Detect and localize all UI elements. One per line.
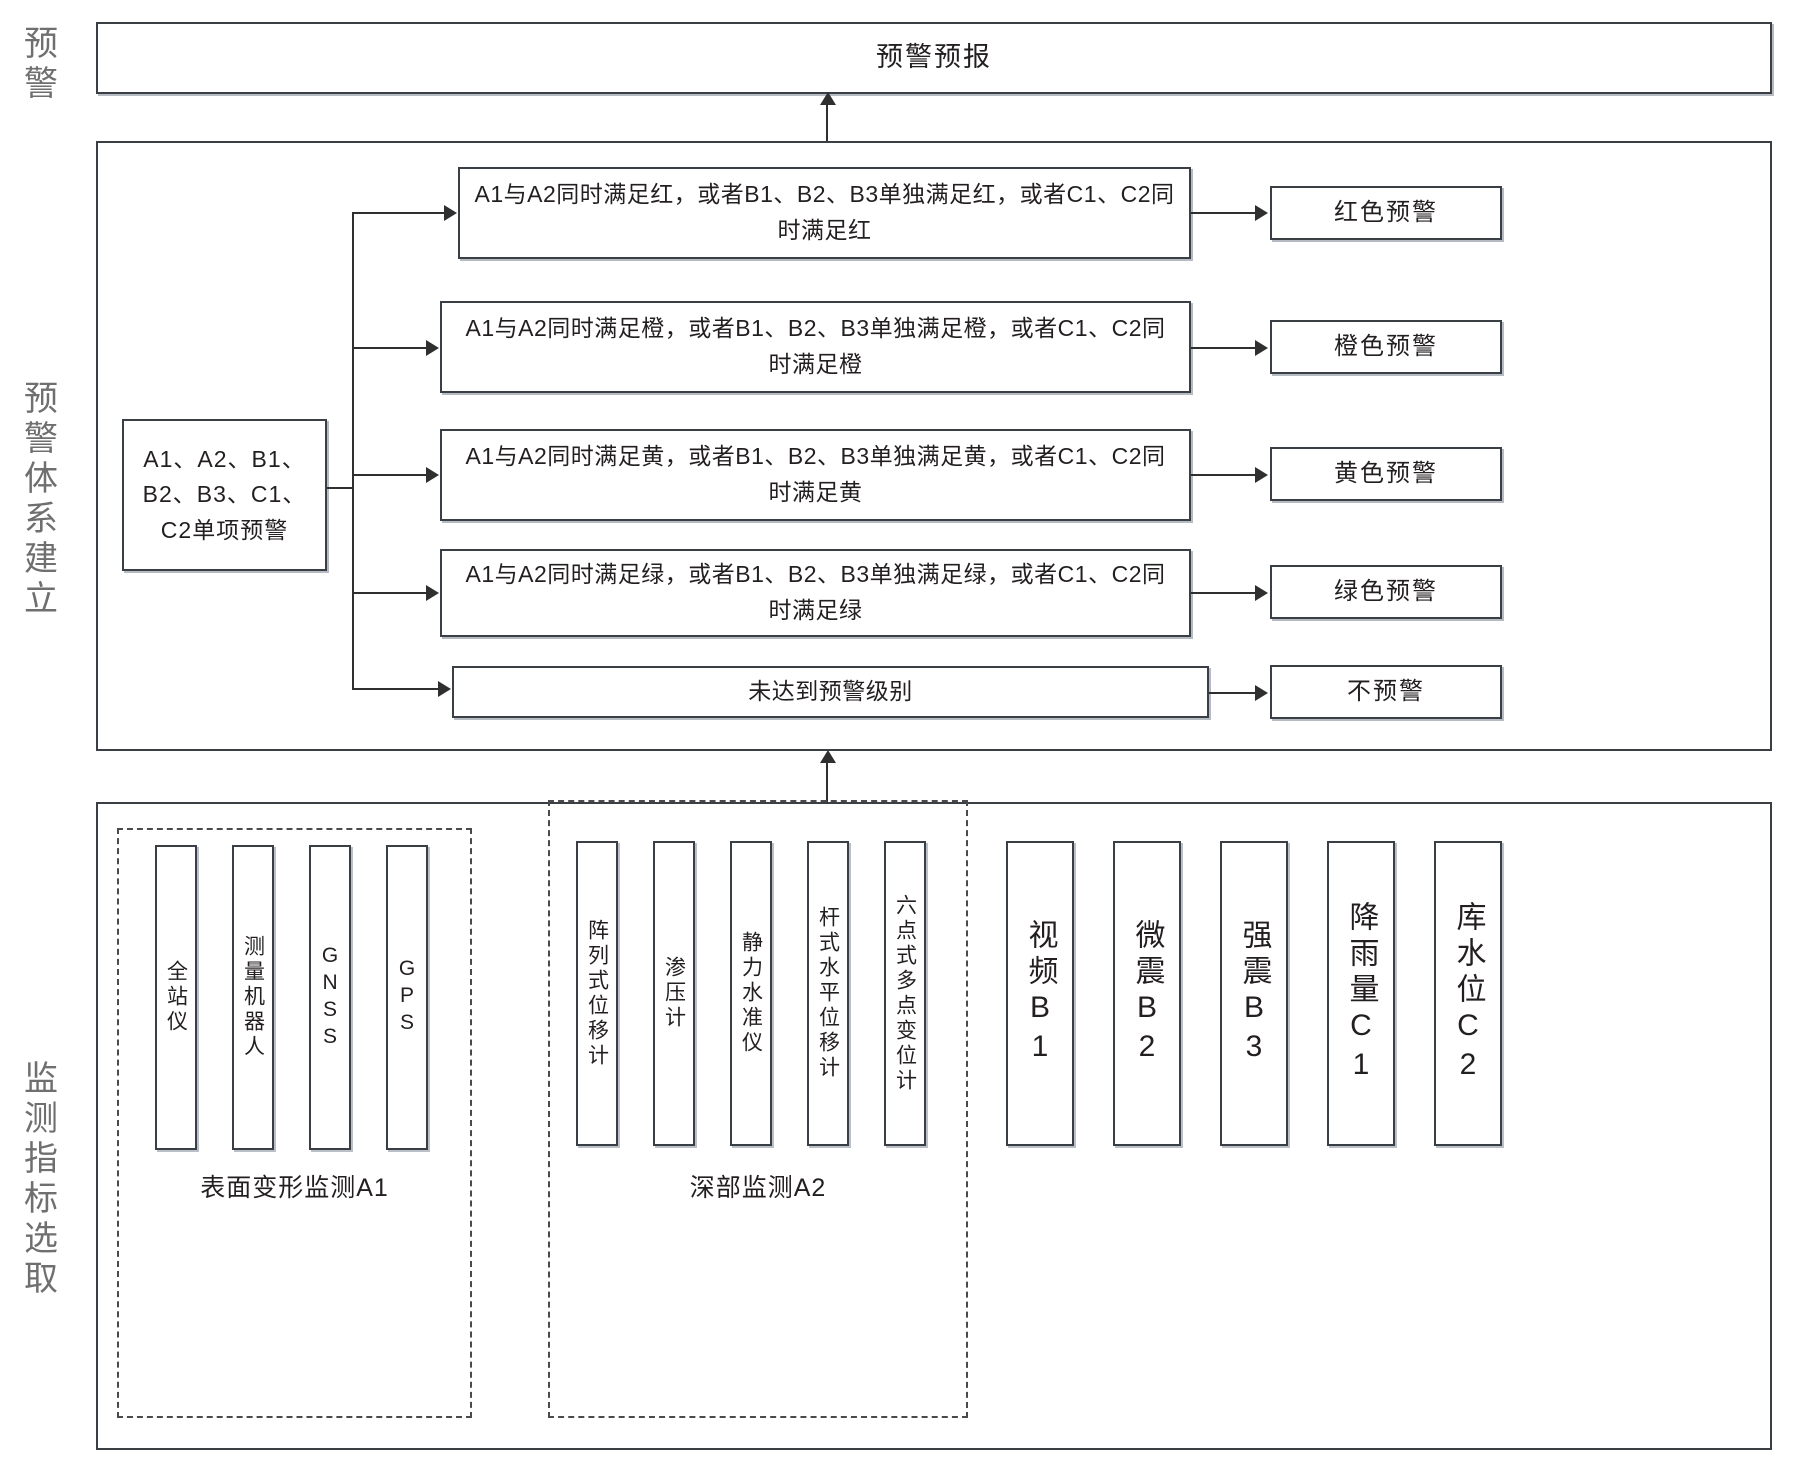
connector-branch-orange	[352, 347, 428, 349]
group-a2-label: 深部监测A2	[689, 1174, 827, 1202]
rail-label-warning: 预警	[18, 25, 57, 105]
sensor-array-displacement[interactable]: 阵列式位移计	[576, 841, 618, 1146]
connector-none-to-output	[1209, 692, 1257, 694]
output-box-yellow: 黄色预警	[1270, 447, 1502, 501]
condition-box-yellow: A1与A2同时满足黄，或者B1、B2、B3单独满足黄，或者C1、C2同时满足黄	[440, 429, 1191, 521]
connector-branch-green	[352, 592, 428, 594]
arrow-branch-red	[444, 205, 457, 221]
condition-text-orange: A1与A2同时满足橙，或者B1、B2、B3单独满足橙，或者C1、C2同时满足橙	[465, 315, 1166, 377]
sensor-video-b1[interactable]: 视频B1	[1006, 841, 1074, 1146]
arrow-monitoring-to-system	[820, 750, 836, 763]
arrow-branch-none	[438, 681, 451, 697]
connector-branch-yellow	[352, 474, 428, 476]
output-box-orange: 橙色预警	[1270, 320, 1502, 374]
sensor-six-point-multipoint-label: 六点式多点变位计	[893, 893, 917, 1094]
sensor-rod-horizontal-displacement[interactable]: 杆式水平位移计	[807, 841, 849, 1146]
arrow-branch-orange	[426, 340, 439, 356]
sensor-reservoir-level-c2-label: 库水位C2	[1451, 900, 1485, 1087]
sensor-microseismic-b2-label: 微震B2	[1130, 918, 1164, 1069]
arrow-none-to-output	[1255, 685, 1268, 701]
page-title-box: 预警预报	[96, 22, 1772, 94]
connector-source-trunk-h	[327, 487, 354, 489]
arrow-yellow-to-output	[1255, 467, 1268, 483]
sensor-gnss[interactable]: GNSS	[309, 845, 351, 1150]
condition-box-none: 未达到预警级别	[452, 666, 1209, 718]
output-text-none: 不预警	[1347, 678, 1425, 706]
arrow-green-to-output	[1255, 585, 1268, 601]
sensor-rainfall-c1-label: 降雨量C1	[1344, 900, 1378, 1087]
connector-green-to-output	[1191, 592, 1257, 594]
condition-text-green: A1与A2同时满足绿，或者B1、B2、B3单独满足绿，或者C1、C2同时满足绿	[465, 561, 1166, 623]
sensor-strong-motion-b3[interactable]: 强震B3	[1220, 841, 1288, 1146]
page-title: 预警预报	[876, 42, 992, 73]
sensor-reservoir-level-c2[interactable]: 库水位C2	[1434, 841, 1502, 1146]
arrow-branch-green	[426, 585, 439, 601]
condition-text-yellow: A1与A2同时满足黄，或者B1、B2、B3单独满足黄，或者C1、C2同时满足黄	[465, 443, 1166, 505]
single-indicator-source-box: A1、A2、B1、B2、B3、C1、C2单项预警	[122, 419, 327, 571]
sensor-total-station[interactable]: 全站仪	[155, 845, 197, 1150]
sensor-gnss-label: GNSS	[318, 943, 342, 1052]
output-text-green: 绿色预警	[1334, 578, 1438, 606]
connector-branch-none	[352, 688, 440, 690]
rail-label-system: 预警体系建立	[18, 380, 57, 620]
output-text-yellow: 黄色预警	[1334, 460, 1438, 488]
connector-yellow-to-output	[1191, 474, 1257, 476]
sensor-rainfall-c1[interactable]: 降雨量C1	[1327, 841, 1395, 1146]
connector-source-trunk-v	[352, 213, 354, 689]
diagram-canvas: 预警 预警体系建立 监测指标选取 预警预报 A1、A2、B1、B2、B3、C1、…	[0, 0, 1805, 1473]
source-box-label: A1、A2、B1、B2、B3、C1、C2单项预警	[142, 445, 307, 543]
arrow-red-to-output	[1255, 205, 1268, 221]
output-box-none: 不预警	[1270, 665, 1502, 719]
sensor-gps-label: GPS	[395, 957, 419, 1038]
sensor-measuring-robot-label: 测量机器人	[241, 935, 265, 1060]
sensor-strong-motion-b3-label: 强震B3	[1237, 918, 1271, 1069]
sensor-measuring-robot[interactable]: 测量机器人	[232, 845, 274, 1150]
connector-branch-red	[352, 212, 446, 214]
output-text-orange: 橙色预警	[1334, 333, 1438, 361]
sensor-hydrostatic-level[interactable]: 静力水准仪	[730, 841, 772, 1146]
connector-orange-to-output	[1191, 347, 1257, 349]
output-box-red: 红色预警	[1270, 186, 1502, 240]
sensor-video-b1-label: 视频B1	[1023, 918, 1057, 1069]
sensor-rod-horizontal-displacement-label: 杆式水平位移计	[816, 906, 840, 1081]
sensor-microseismic-b2[interactable]: 微震B2	[1113, 841, 1181, 1146]
sensor-six-point-multipoint[interactable]: 六点式多点变位计	[884, 841, 926, 1146]
connector-red-to-output	[1191, 212, 1257, 214]
sensor-gps[interactable]: GPS	[386, 845, 428, 1150]
sensor-hydrostatic-level-label: 静力水准仪	[739, 931, 763, 1056]
arrow-branch-yellow	[426, 467, 439, 483]
condition-box-green: A1与A2同时满足绿，或者B1、B2、B3单独满足绿，或者C1、C2同时满足绿	[440, 549, 1191, 637]
output-text-red: 红色预警	[1334, 199, 1438, 227]
condition-box-orange: A1与A2同时满足橙，或者B1、B2、B3单独满足橙，或者C1、C2同时满足橙	[440, 301, 1191, 393]
output-box-green: 绿色预警	[1270, 565, 1502, 619]
sensor-osmometer[interactable]: 渗压计	[653, 841, 695, 1146]
condition-text-none: 未达到预警级别	[748, 678, 913, 705]
sensor-total-station-label: 全站仪	[164, 960, 188, 1035]
sensor-osmometer-label: 渗压计	[662, 956, 686, 1031]
condition-text-red: A1与A2同时满足红，或者B1、B2、B3单独满足红，或者C1、C2同时满足红	[474, 181, 1175, 243]
arrow-system-to-title	[820, 92, 836, 105]
condition-box-red: A1与A2同时满足红，或者B1、B2、B3单独满足红，或者C1、C2同时满足红	[458, 167, 1191, 259]
sensor-array-displacement-label: 阵列式位移计	[585, 918, 609, 1069]
arrow-orange-to-output	[1255, 340, 1268, 356]
rail-label-indicator: 监测指标选取	[18, 1060, 57, 1300]
group-a1-label: 表面变形监测A1	[200, 1174, 389, 1202]
